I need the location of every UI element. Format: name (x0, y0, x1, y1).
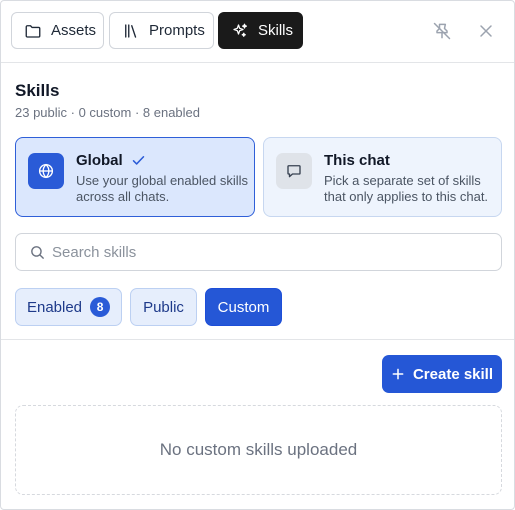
close-button[interactable] (473, 17, 499, 45)
section-divider (1, 339, 514, 340)
scope-card-this-chat[interactable]: This chat Pick a separate set of skills … (263, 137, 502, 217)
search-input[interactable] (52, 234, 492, 270)
filter-public-label: Public (143, 298, 184, 316)
empty-state-message: No custom skills uploaded (159, 440, 358, 459)
folder-icon (25, 24, 41, 38)
empty-state: No custom skills uploaded (15, 405, 502, 495)
sparkles-icon (233, 23, 248, 37)
tab-skills-label: Skills (258, 22, 294, 39)
skills-panel: Assets Prompts Skills Skills 23 public ·… (0, 0, 515, 510)
tab-prompts[interactable]: Prompts (109, 12, 214, 49)
filter-enabled-label: Enabled (26, 298, 83, 316)
library-icon (125, 23, 137, 38)
create-skill-label: Create skill (412, 365, 494, 383)
chat-bubble-icon (287, 165, 301, 178)
search-box (15, 233, 502, 271)
filter-custom-label: Custom (217, 298, 270, 316)
scope-this-chat-description: Pick a separate set of skills that only … (324, 173, 489, 204)
top-bar: Assets Prompts Skills (1, 1, 514, 63)
scope-global-label: Global (76, 152, 123, 169)
tab-assets-label: Assets (51, 22, 97, 39)
tab-prompts-label: Prompts (149, 22, 205, 39)
filter-enabled[interactable]: Enabled 8 (15, 288, 122, 326)
tab-assets[interactable]: Assets (11, 12, 104, 49)
chat-icon-tile (276, 153, 312, 189)
plus-icon (392, 368, 404, 380)
enabled-count-badge: 8 (90, 297, 111, 317)
filter-custom[interactable]: Custom (205, 288, 282, 326)
unpin-button[interactable] (429, 17, 455, 45)
scope-this-chat-label: This chat (324, 152, 390, 169)
globe-icon (38, 163, 54, 179)
scope-card-global[interactable]: Global Use your global enabled skills ac… (15, 137, 255, 217)
scope-card-this-chat-title: This chat (324, 152, 390, 169)
search-icon (31, 246, 44, 259)
check-icon (132, 156, 144, 165)
page-title: Skills (15, 81, 60, 100)
scope-global-description: Use your global enabled skills across al… (76, 173, 248, 204)
skills-summary: 23 public · 0 custom · 8 enabled (15, 105, 200, 120)
pin-off-icon (433, 22, 451, 40)
globe-icon-tile (28, 153, 64, 189)
filter-public[interactable]: Public (130, 288, 197, 326)
create-skill-button[interactable]: Create skill (382, 355, 502, 393)
close-icon (480, 25, 492, 37)
scope-card-global-title: Global (76, 152, 146, 169)
tab-skills[interactable]: Skills (218, 12, 303, 49)
